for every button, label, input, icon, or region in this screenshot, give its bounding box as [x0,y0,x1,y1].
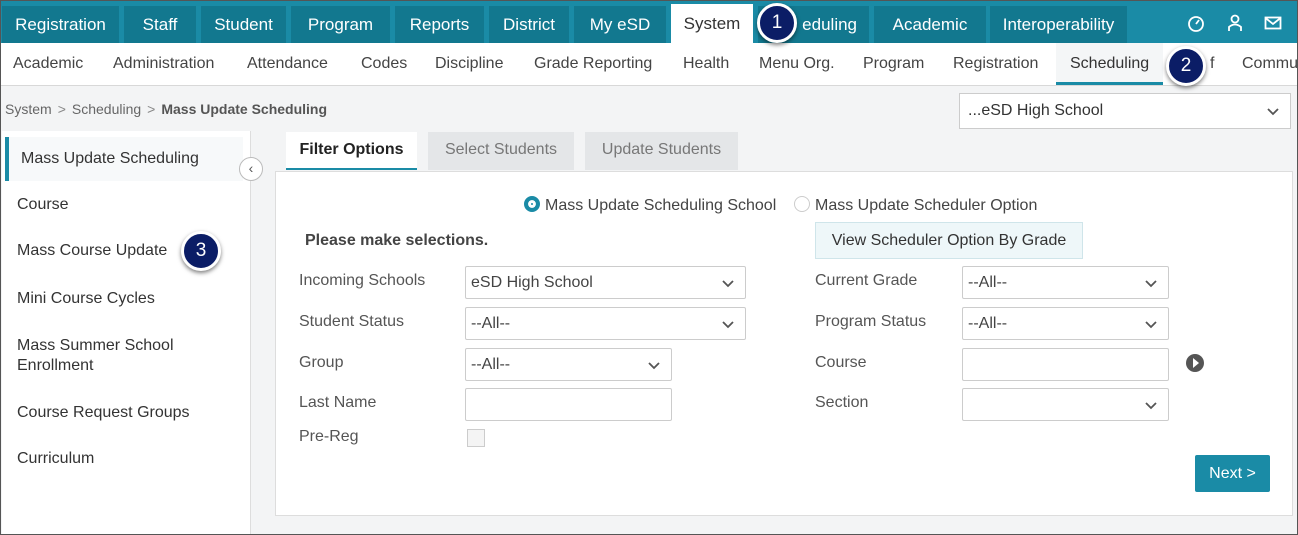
program-status-label: Program Status [815,313,927,330]
form-heading: Please make selections. [305,232,489,249]
tab-select-students[interactable]: Select Students [428,132,574,170]
mail-icon[interactable] [1264,14,1282,32]
subnav-codes[interactable]: Codes [361,43,407,85]
program-status-select[interactable]: --All-- [962,307,1169,340]
dashboard-icon[interactable] [1187,14,1205,32]
subnav-registration[interactable]: Registration [953,43,1038,85]
subnav-health[interactable]: Health [683,43,729,85]
top-nav: Registration Staff Student Program Repor… [1,1,1297,43]
current-grade-select[interactable]: --All-- [962,266,1169,299]
subnav-scheduling[interactable]: Scheduling [1056,43,1164,85]
callout-badge-2: 2 [1166,46,1206,86]
course-label: Course [815,354,867,371]
chevron-left-icon: ‹ [248,160,254,176]
school-select-value: ...eSD High School [968,102,1104,119]
subnav-discipline[interactable]: Discipline [435,43,503,85]
top-tab-program[interactable]: Program [291,6,390,43]
top-tab-reports[interactable]: Reports [395,6,484,43]
radio-selected-indicator [524,196,540,212]
pre-reg-label: Pre-Reg [299,428,359,445]
pre-reg-checkbox[interactable] [467,429,485,447]
top-tab-academic[interactable]: Academic [874,6,986,43]
chevron-down-icon [647,349,661,380]
sidebar-item-mini-course-cycles[interactable]: Mini Course Cycles [17,289,237,309]
last-name-label: Last Name [299,394,377,411]
subnav-staff-fragment[interactable]: f [1210,43,1214,85]
sidebar-item-curriculum[interactable]: Curriculum [17,449,237,469]
breadcrumb: System > Scheduling > Mass Update Scheduling [5,101,328,117]
top-tab-registration[interactable]: Registration [2,6,119,43]
view-scheduler-option-button[interactable]: View Scheduler Option By Grade [815,222,1083,259]
radio-school-label: Mass Update Scheduling School [545,197,777,214]
user-icon[interactable] [1226,14,1244,32]
tab-update-students[interactable]: Update Students [585,132,738,170]
subnav-menu-org[interactable]: Menu Org. [759,43,835,85]
chevron-down-icon [1144,389,1158,420]
top-tab-system[interactable]: System [671,4,753,43]
subnav-attendance[interactable]: Attendance [247,43,328,85]
play-icon[interactable] [1186,354,1204,372]
app-frame: Registration Staff Student Program Repor… [0,0,1298,535]
callout-badge-1: 1 [757,3,797,43]
section-select[interactable] [962,388,1169,421]
breadcrumb-scheduling[interactable]: Scheduling [72,101,141,117]
top-tab-my-esd[interactable]: My eSD [574,6,666,43]
top-tab-district[interactable]: District [489,6,569,43]
group-value: --All-- [471,356,511,373]
group-label: Group [299,354,344,371]
subnav-grade-reporting[interactable]: Grade Reporting [534,43,652,85]
current-grade-label: Current Grade [815,272,918,289]
radio-mass-update-scheduling-school[interactable]: Mass Update Scheduling School [524,196,776,215]
tab-filter-options[interactable]: Filter Options [286,132,417,170]
school-select[interactable]: ...eSD High School [959,93,1291,129]
student-status-value: --All-- [471,315,511,332]
callout-badge-3: 3 [181,231,221,271]
sub-nav: Academic Administration Attendance Codes… [1,43,1297,86]
chevron-down-icon [1144,308,1158,339]
subnav-program[interactable]: Program [863,43,924,85]
radio-mass-update-scheduler-option[interactable]: Mass Update Scheduler Option [794,196,1037,215]
subnav-communication[interactable]: Commu [1242,43,1297,85]
program-status-value: --All-- [968,315,1008,332]
sidebar-item-mass-update-scheduling[interactable]: Mass Update Scheduling [5,137,243,181]
group-select[interactable]: --All-- [465,348,672,381]
sidebar-item-mass-summer-school-enrollment[interactable]: Mass Summer School Enrollment [17,336,217,376]
incoming-schools-value: eSD High School [471,274,593,291]
last-name-input[interactable] [465,388,672,421]
incoming-schools-select[interactable]: eSD High School [465,266,746,299]
subnav-academic[interactable]: Academic [13,43,83,85]
radio-unselected-indicator [794,196,810,212]
breadcrumb-system[interactable]: System [5,101,52,117]
top-tab-student[interactable]: Student [201,6,286,43]
sidebar-item-course[interactable]: Course [17,195,237,215]
section-label: Section [815,394,869,411]
chevron-down-icon [721,267,735,298]
sidebar-item-course-request-groups[interactable]: Course Request Groups [17,403,237,423]
top-tab-interoperability[interactable]: Interoperability [990,6,1127,43]
student-status-label: Student Status [299,313,404,330]
top-tab-staff[interactable]: Staff [124,6,196,43]
incoming-schools-label: Incoming Schools [299,272,426,289]
student-status-select[interactable]: --All-- [465,307,746,340]
radio-option-label: Mass Update Scheduler Option [815,197,1038,214]
next-button[interactable]: Next > [1195,455,1270,492]
chevron-down-icon [1144,267,1158,298]
filter-panel [275,171,1293,516]
current-grade-value: --All-- [968,274,1008,291]
subnav-administration[interactable]: Administration [113,43,214,85]
breadcrumb-current: Mass Update Scheduling [161,101,328,117]
chevron-down-icon [1266,94,1280,128]
chevron-down-icon [721,308,735,339]
collapse-sidebar-button[interactable]: ‹ [239,157,263,181]
course-input[interactable] [962,348,1169,381]
sidebar: Mass Update Scheduling Course Mass Cours… [2,131,251,534]
